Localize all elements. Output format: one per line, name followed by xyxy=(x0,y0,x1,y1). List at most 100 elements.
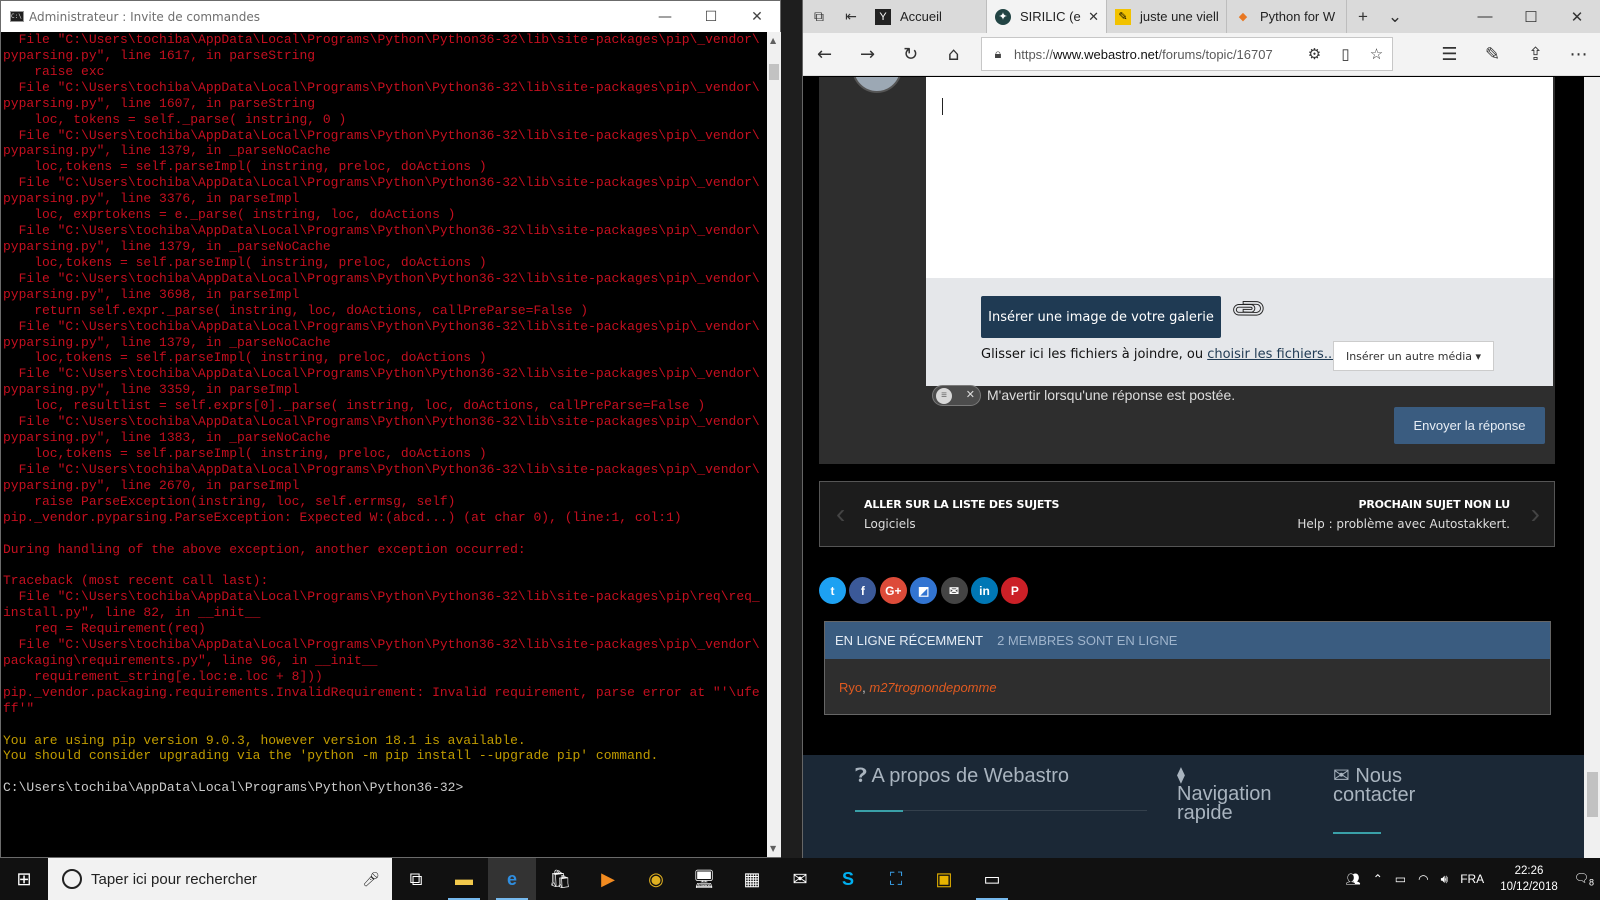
close-tab-icon[interactable]: ✕ xyxy=(1088,9,1099,25)
calculator-icon[interactable]: ▦ xyxy=(728,858,776,900)
cmd-window: C:\ Administrateur : Invite de commandes… xyxy=(0,0,781,858)
url-text[interactable]: https://www.webastro.net/forums/topic/16… xyxy=(1014,47,1299,62)
cmd-taskbar-icon[interactable]: ▭ xyxy=(968,858,1016,900)
console-line: pyparsing.py", line 1379, in _parseNoCac… xyxy=(3,238,331,254)
store-icon[interactable]: 🛍︎ xyxy=(536,858,584,900)
chevron-down-icon[interactable]: ⌄ xyxy=(1379,0,1411,33)
address-bar[interactable]: 🔒︎ https://www.webastro.net/forums/topic… xyxy=(981,37,1393,71)
console-line: C:\Users\tochiba\AppData\Local\Programs\… xyxy=(3,780,464,796)
language-indicator[interactable]: FRA xyxy=(1460,872,1484,886)
twitter-share-icon[interactable]: t xyxy=(819,577,846,604)
volume-icon[interactable]: 🔊︎ xyxy=(1441,872,1449,887)
taskbar-search[interactable]: Taper ici pour rechercher 🎤︎ xyxy=(48,858,392,900)
console-line: raise exc xyxy=(3,63,105,79)
chrome-icon[interactable]: ◉ xyxy=(632,858,680,900)
cortana-icon xyxy=(62,869,82,889)
maximize-icon[interactable]: ☐ xyxy=(1508,0,1554,33)
more-icon[interactable]: ⋯ xyxy=(1557,33,1600,76)
windows-start-icon[interactable]: ⊞ xyxy=(0,858,48,900)
mail-icon[interactable]: ✉ xyxy=(776,858,824,900)
pen-icon[interactable]: ✎ xyxy=(1471,33,1514,76)
notification-center-icon[interactable]: 🗨︎8 xyxy=(1574,871,1594,887)
battery-icon[interactable]: ▭ xyxy=(1395,872,1406,886)
pinterest-share-icon[interactable]: P xyxy=(1001,577,1029,604)
cmd-scrollbar[interactable]: ▲ ▼ xyxy=(767,32,781,857)
task-view-icon[interactable]: ⧉ xyxy=(392,858,440,900)
people-icon[interactable]: 👥︎ xyxy=(1346,872,1361,886)
skype-icon[interactable]: S xyxy=(824,858,872,900)
tab-2[interactable]: ✎ juste une viell xyxy=(1107,0,1227,33)
favorites-hub-icon[interactable]: ☰ xyxy=(1428,33,1471,76)
scroll-down-icon[interactable]: ▼ xyxy=(770,844,776,853)
file-explorer-icon[interactable]: ▬ xyxy=(440,858,488,900)
set-aside-tabs-icon[interactable]: ⇤ xyxy=(835,0,867,33)
tab-0[interactable]: Y Accueil xyxy=(867,0,987,33)
siril-app-icon[interactable]: ▣ xyxy=(920,858,968,900)
tab-3[interactable]: ◆ Python for W xyxy=(1227,0,1347,33)
extensions-icon[interactable]: ⚙ xyxy=(1299,45,1330,63)
chevron-left-icon[interactable]: ‹ xyxy=(836,498,845,530)
scroll-up-icon[interactable]: ▲ xyxy=(770,36,776,45)
close-icon[interactable]: ✕ xyxy=(1554,0,1600,33)
minimize-icon[interactable]: — xyxy=(1462,0,1508,33)
member-link[interactable]: m27trognondepomme xyxy=(869,680,996,695)
page-scrollbar[interactable] xyxy=(1584,77,1600,858)
clock[interactable]: 22:26 10/12/2018 xyxy=(1500,863,1558,895)
tab-1[interactable]: ✦ SIRILIC (e ✕ xyxy=(987,0,1107,33)
cmd-title-bar[interactable]: C:\ Administrateur : Invite de commandes… xyxy=(1,1,780,32)
footer-about[interactable]: ❓︎ A propos de Webastro xyxy=(855,766,1069,786)
chevron-right-icon[interactable]: › xyxy=(1531,498,1540,530)
remote-app-icon[interactable]: ⛶ xyxy=(872,858,920,900)
insert-gallery-image-button[interactable]: Insérer une image de votre galerie xyxy=(981,296,1221,338)
media-player-icon[interactable]: ▶ xyxy=(584,858,632,900)
microphone-icon[interactable]: 🎤︎ xyxy=(362,871,380,888)
network-computer-icon[interactable]: 🖥︎ xyxy=(680,858,728,900)
console-line: req = Requirement(req) xyxy=(3,621,206,637)
home-icon[interactable]: ⌂ xyxy=(932,33,975,76)
attachment-area[interactable]: Insérer une image de votre galerie 📎︎ Gl… xyxy=(926,278,1553,386)
reply-editor[interactable] xyxy=(926,77,1553,278)
chevron-up-icon[interactable]: ⌃ xyxy=(1373,872,1383,886)
divider xyxy=(1333,832,1381,834)
minimize-icon[interactable]: — xyxy=(642,9,688,25)
refresh-icon[interactable]: ↻ xyxy=(889,33,932,76)
delicious-share-icon[interactable]: ◩ xyxy=(910,577,938,604)
tab-preview-icon[interactable]: ⧉ xyxy=(803,0,835,33)
member-link[interactable]: Ryo xyxy=(839,680,862,695)
console-line: loc,tokens = self.parseImpl( instring, p… xyxy=(3,254,487,270)
tabs: Y Accueil ✦ SIRILIC (e ✕ ✎ juste une viell ◆ Pyt… xyxy=(867,0,1347,33)
lock-icon: 🔒︎ xyxy=(994,46,1002,61)
wifi-icon[interactable]: ◠ xyxy=(1418,872,1428,886)
console-line: File "C:\Users\tochiba\AppData\Local\Pro… xyxy=(3,637,760,653)
edge-icon[interactable]: e xyxy=(488,858,536,900)
footer-contact[interactable]: ✉ Nous contacter xyxy=(1333,766,1415,805)
send-reply-button[interactable]: Envoyer la réponse xyxy=(1394,407,1545,444)
email-share-icon[interactable]: ✉ xyxy=(940,577,968,604)
linkedin-share-icon[interactable]: in xyxy=(970,577,998,604)
console-output[interactable]: File "C:\Users\tochiba\AppData\Local\Pro… xyxy=(2,32,766,857)
facebook-share-icon[interactable]: f xyxy=(849,577,877,604)
cmd-scroll-thumb[interactable] xyxy=(769,64,779,80)
footer-navigation[interactable]: ⧫ Navigation rapide xyxy=(1177,765,1272,823)
notify-toggle[interactable]: ≡ ✕ xyxy=(932,385,981,406)
google-plus-share-icon[interactable]: G+ xyxy=(879,577,907,604)
share-icon[interactable]: ⇪ xyxy=(1514,33,1557,76)
page-scroll-thumb[interactable] xyxy=(1587,772,1598,817)
avatar[interactable] xyxy=(852,77,902,93)
forward-icon[interactable]: → xyxy=(846,33,889,76)
back-icon[interactable]: ← xyxy=(803,33,846,76)
console-line: requirement_string[e.loc:e.loc + 8])) xyxy=(3,668,323,684)
choose-files-link[interactable]: choisir les fichiers... xyxy=(1207,347,1336,362)
prev-topic-link[interactable]: ALLER SUR LA LISTE DES SUJETS Logiciels xyxy=(864,498,1059,531)
reading-view-icon[interactable]: ▯ xyxy=(1330,45,1361,63)
next-topic-link[interactable]: PROCHAIN SUJET NON LU Help : problème av… xyxy=(1297,498,1510,531)
insert-other-media-button[interactable]: Insérer un autre média ▾ xyxy=(1333,341,1494,371)
console-line: File "C:\Users\tochiba\AppData\Local\Pro… xyxy=(3,589,760,605)
notify-label: M'avertir lorsqu'une réponse est postée. xyxy=(987,387,1236,403)
favorite-star-icon[interactable]: ☆ xyxy=(1361,45,1392,63)
new-tab-icon[interactable]: + xyxy=(1347,0,1379,33)
maximize-icon[interactable]: ☐ xyxy=(688,9,734,25)
close-icon[interactable]: ✕ xyxy=(734,9,780,25)
web-page[interactable]: Insérer une image de votre galerie 📎︎ Gl… xyxy=(803,77,1584,858)
